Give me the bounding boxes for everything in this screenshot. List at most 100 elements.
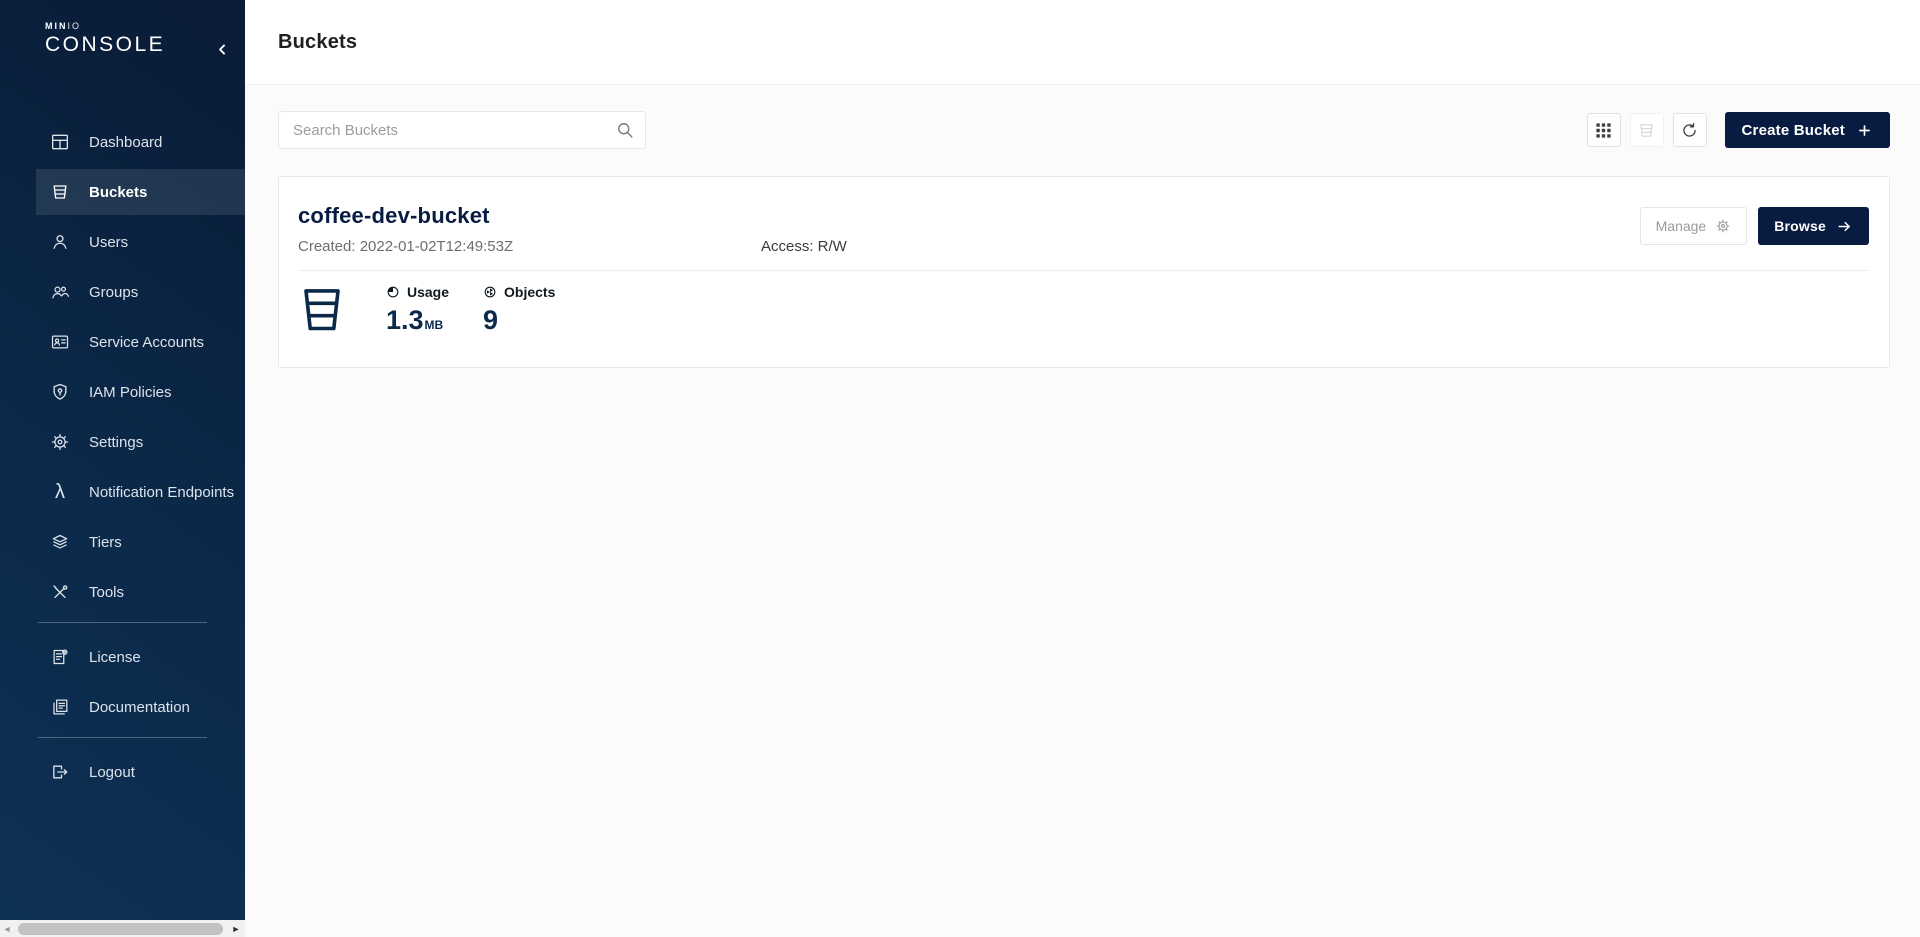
sidebar-item-label: Logout (89, 764, 135, 781)
sidebar-item-service-accounts[interactable]: Service Accounts (36, 319, 245, 365)
sidebar-item-notification-endpoints[interactable]: λ Notification Endpoints (36, 469, 245, 515)
sidebar-item-documentation[interactable]: Documentation (36, 684, 245, 730)
create-bucket-button[interactable]: Create Bucket (1725, 112, 1890, 148)
sidebar-item-label: Buckets (89, 184, 147, 201)
sidebar-item-groups[interactable]: Groups (36, 269, 245, 315)
bucket-name[interactable]: coffee-dev-bucket (298, 203, 1869, 229)
objects-label-row: Objects (483, 284, 555, 300)
users-icon (50, 232, 70, 252)
scrollbar-right-arrow-icon[interactable]: ► (229, 920, 243, 937)
bucket-created: Created: 2022-01-02T12:49:53Z (298, 238, 761, 255)
tools-icon (50, 582, 70, 602)
bucket-card-buttons: Manage Browse (1640, 207, 1869, 245)
content-area: Create Bucket coffee-dev-bucket Created:… (245, 85, 1920, 368)
usage-metric: Usage 1.3 MB (386, 284, 449, 336)
lambda-icon: λ (50, 482, 70, 502)
main-area: Buckets (245, 0, 1920, 937)
browse-label: Browse (1774, 218, 1826, 234)
objects-value: 9 (483, 305, 498, 336)
sidebar-nav: Dashboard Buckets Users (0, 119, 245, 795)
search-input[interactable] (278, 111, 646, 149)
sidebar-item-license[interactable]: License (36, 634, 245, 680)
manage-button[interactable]: Manage (1640, 207, 1748, 245)
service-accounts-icon (50, 332, 70, 352)
sidebar: MINIO CONSOLE Dashboard (0, 0, 245, 937)
sidebar-item-label: IAM Policies (89, 384, 172, 401)
logout-icon (50, 762, 70, 782)
sidebar-item-label: Notification Endpoints (89, 484, 234, 501)
iam-policies-icon (50, 382, 70, 402)
usage-label-row: Usage (386, 284, 449, 300)
sidebar-item-label: Settings (89, 434, 143, 451)
search-icon (615, 120, 635, 140)
toolbar-actions: Create Bucket (1587, 112, 1890, 148)
browse-button[interactable]: Browse (1758, 207, 1869, 245)
sidebar-item-logout[interactable]: Logout (36, 749, 245, 795)
sidebar-item-label: Tools (89, 584, 124, 601)
create-bucket-label: Create Bucket (1742, 122, 1845, 139)
scrollbar-thumb[interactable] (18, 923, 223, 935)
sidebar-logo: MINIO CONSOLE (0, 0, 245, 85)
logo-min: MIN (45, 21, 68, 31)
objects-icon (483, 285, 497, 299)
sidebar-item-label: Users (89, 234, 128, 251)
objects-label: Objects (504, 284, 555, 300)
objects-value-row: 9 (483, 305, 555, 336)
sidebar-item-buckets[interactable]: Buckets (36, 169, 245, 215)
settings-gear-icon (50, 432, 70, 452)
sidebar-divider (38, 622, 207, 623)
minio-wordmark: MINIO (45, 21, 245, 31)
manage-label: Manage (1656, 218, 1707, 234)
usage-value-row: 1.3 MB (386, 305, 449, 336)
bucket-meta: Created: 2022-01-02T12:49:53Z Access: R/… (298, 238, 1869, 255)
arrow-right-icon (1836, 218, 1853, 235)
usage-label: Usage (407, 284, 449, 300)
bucket-card[interactable]: coffee-dev-bucket Created: 2022-01-02T12… (278, 176, 1890, 368)
search-wrapper (278, 111, 646, 149)
bucket-icon (298, 284, 346, 337)
groups-icon (50, 282, 70, 302)
list-view-button[interactable] (1630, 113, 1664, 147)
sidebar-divider (38, 737, 207, 738)
dashboard-icon (50, 132, 70, 152)
logo-io: IO (68, 21, 82, 31)
card-divider (298, 270, 1869, 271)
sidebar-horizontal-scrollbar[interactable]: ◄ ► (0, 920, 245, 937)
sidebar-item-settings[interactable]: Settings (36, 419, 245, 465)
sidebar-item-label: Tiers (89, 534, 122, 551)
tiers-layers-icon (50, 532, 70, 552)
sidebar-item-iam-policies[interactable]: IAM Policies (36, 369, 245, 415)
page-title: Buckets (278, 31, 357, 54)
usage-pie-icon (386, 285, 400, 299)
sidebar-item-label: Groups (89, 284, 138, 301)
documentation-icon (50, 697, 70, 717)
sidebar-item-label: Dashboard (89, 134, 162, 151)
page-header: Buckets (245, 0, 1920, 85)
sidebar-item-tools[interactable]: Tools (36, 569, 245, 615)
bucket-metrics: Usage 1.3 MB Objects (298, 284, 1869, 337)
refresh-icon (1680, 121, 1699, 140)
bucket-list-view-icon (1637, 121, 1656, 140)
sidebar-body: MINIO CONSOLE Dashboard (0, 0, 245, 920)
buckets-icon (50, 182, 70, 202)
sidebar-item-label: Service Accounts (89, 334, 204, 351)
sidebar-item-users[interactable]: Users (36, 219, 245, 265)
sidebar-item-dashboard[interactable]: Dashboard (36, 119, 245, 165)
plus-icon (1856, 122, 1873, 139)
objects-metric: Objects 9 (483, 284, 555, 336)
sidebar-collapse-button[interactable] (211, 38, 233, 60)
bucket-access: Access: R/W (761, 238, 847, 255)
grid-view-button[interactable] (1587, 113, 1621, 147)
usage-unit: MB (425, 318, 444, 332)
sidebar-item-tiers[interactable]: Tiers (36, 519, 245, 565)
gear-icon (1715, 218, 1731, 234)
buckets-toolbar: Create Bucket (278, 111, 1890, 149)
refresh-button[interactable] (1673, 113, 1707, 147)
chevron-left-icon (215, 42, 230, 57)
usage-value: 1.3 (386, 305, 424, 336)
grid-view-icon (1594, 121, 1613, 140)
sidebar-item-label: License (89, 649, 141, 666)
sidebar-item-label: Documentation (89, 699, 190, 716)
license-icon (50, 647, 70, 667)
scrollbar-left-arrow-icon[interactable]: ◄ (0, 920, 14, 937)
